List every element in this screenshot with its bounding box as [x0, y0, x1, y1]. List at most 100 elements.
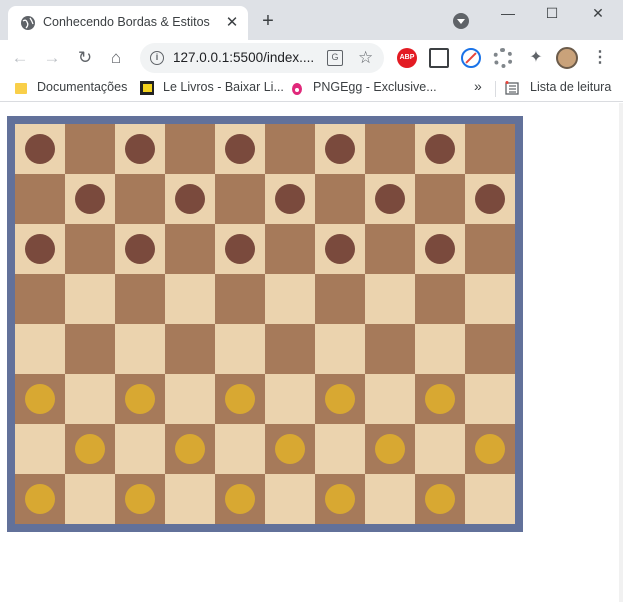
gold-checker-piece[interactable]: [125, 484, 155, 514]
board-square[interactable]: [465, 374, 515, 424]
board-square[interactable]: [215, 274, 265, 324]
tab-close-icon[interactable]: ✕: [224, 15, 240, 31]
close-window-button[interactable]: ✕: [580, 2, 616, 24]
bookmark-le-livros[interactable]: Le Livros - Baixar Li...: [163, 80, 284, 98]
blocker-extension-icon[interactable]: [461, 48, 481, 68]
board-square[interactable]: [465, 474, 515, 524]
extensions-puzzle-icon[interactable]: ✦: [526, 48, 546, 68]
brown-checker-piece[interactable]: [375, 184, 405, 214]
board-square[interactable]: [115, 424, 165, 474]
board-square[interactable]: [165, 474, 215, 524]
board-square[interactable]: [115, 274, 165, 324]
board-square[interactable]: [65, 424, 115, 474]
gold-checker-piece[interactable]: [25, 484, 55, 514]
gold-checker-piece[interactable]: [25, 384, 55, 414]
board-square[interactable]: [215, 174, 265, 224]
bookmarks-overflow-chevron[interactable]: »: [474, 78, 482, 94]
board-square[interactable]: [465, 224, 515, 274]
board-square[interactable]: [165, 424, 215, 474]
board-square[interactable]: [365, 174, 415, 224]
board-square[interactable]: [365, 424, 415, 474]
forward-arrow-icon[interactable]: →: [40, 46, 64, 70]
board-square[interactable]: [165, 174, 215, 224]
board-square[interactable]: [415, 224, 465, 274]
board-square[interactable]: [165, 224, 215, 274]
board-square[interactable]: [65, 174, 115, 224]
board-square[interactable]: [365, 374, 415, 424]
board-square[interactable]: [415, 474, 465, 524]
bookmark-documentacoes[interactable]: Documentações: [37, 80, 127, 98]
brown-checker-piece[interactable]: [175, 184, 205, 214]
board-square[interactable]: [265, 224, 315, 274]
board-square[interactable]: [215, 324, 265, 374]
bookmark-pngegg[interactable]: PNGEgg - Exclusive...: [313, 80, 437, 98]
gold-checker-piece[interactable]: [75, 434, 105, 464]
board-square[interactable]: [15, 124, 65, 174]
board-square[interactable]: [65, 324, 115, 374]
board-square[interactable]: [15, 324, 65, 374]
profile-avatar[interactable]: [556, 47, 578, 69]
board-square[interactable]: [465, 424, 515, 474]
brown-checker-piece[interactable]: [125, 134, 155, 164]
minimize-button[interactable]: —: [490, 2, 526, 24]
board-square[interactable]: [315, 374, 365, 424]
gold-checker-piece[interactable]: [175, 434, 205, 464]
board-square[interactable]: [365, 224, 415, 274]
board-square[interactable]: [115, 374, 165, 424]
board-square[interactable]: [165, 324, 215, 374]
board-square[interactable]: [315, 274, 365, 324]
board-square[interactable]: [115, 124, 165, 174]
board-square[interactable]: [15, 474, 65, 524]
board-square[interactable]: [265, 124, 315, 174]
board-square[interactable]: [265, 174, 315, 224]
board-square[interactable]: [415, 424, 465, 474]
board-square[interactable]: [65, 224, 115, 274]
gear-extension-icon[interactable]: [493, 48, 513, 68]
reload-icon[interactable]: ↻: [73, 46, 97, 70]
board-square[interactable]: [165, 374, 215, 424]
board-square[interactable]: [265, 374, 315, 424]
board-square[interactable]: [15, 424, 65, 474]
gold-checker-piece[interactable]: [125, 384, 155, 414]
new-tab-button[interactable]: +: [258, 11, 278, 31]
board-square[interactable]: [265, 474, 315, 524]
translate-icon[interactable]: G: [327, 50, 343, 66]
board-square[interactable]: [315, 324, 365, 374]
board-square[interactable]: [315, 424, 365, 474]
brown-checker-piece[interactable]: [425, 234, 455, 264]
brown-checker-piece[interactable]: [25, 234, 55, 264]
board-square[interactable]: [365, 274, 415, 324]
back-arrow-icon[interactable]: ←: [8, 46, 32, 70]
board-square[interactable]: [65, 124, 115, 174]
board-square[interactable]: [465, 174, 515, 224]
board-square[interactable]: [215, 424, 265, 474]
board-square[interactable]: [415, 274, 465, 324]
board-square[interactable]: [315, 474, 365, 524]
board-square[interactable]: [65, 474, 115, 524]
brown-checker-piece[interactable]: [275, 184, 305, 214]
brown-checker-piece[interactable]: [225, 234, 255, 264]
board-square[interactable]: [15, 224, 65, 274]
board-square[interactable]: [465, 124, 515, 174]
address-bar[interactable]: i 127.0.0.1:5500/index.... G ☆: [140, 43, 384, 73]
maximize-button[interactable]: ☐: [534, 2, 570, 24]
board-square[interactable]: [465, 324, 515, 374]
board-square[interactable]: [65, 274, 115, 324]
brown-checker-piece[interactable]: [425, 134, 455, 164]
board-square[interactable]: [265, 274, 315, 324]
gold-checker-piece[interactable]: [225, 484, 255, 514]
board-square[interactable]: [15, 274, 65, 324]
board-square[interactable]: [465, 274, 515, 324]
brown-checker-piece[interactable]: [475, 184, 505, 214]
board-square[interactable]: [265, 424, 315, 474]
board-square[interactable]: [215, 374, 265, 424]
brown-checker-piece[interactable]: [25, 134, 55, 164]
board-square[interactable]: [15, 374, 65, 424]
brown-checker-piece[interactable]: [325, 234, 355, 264]
page-scrollbar[interactable]: [619, 103, 623, 602]
gold-checker-piece[interactable]: [275, 434, 305, 464]
home-icon[interactable]: ⌂: [104, 46, 128, 70]
board-square[interactable]: [115, 224, 165, 274]
brown-checker-piece[interactable]: [125, 234, 155, 264]
gold-checker-piece[interactable]: [425, 384, 455, 414]
